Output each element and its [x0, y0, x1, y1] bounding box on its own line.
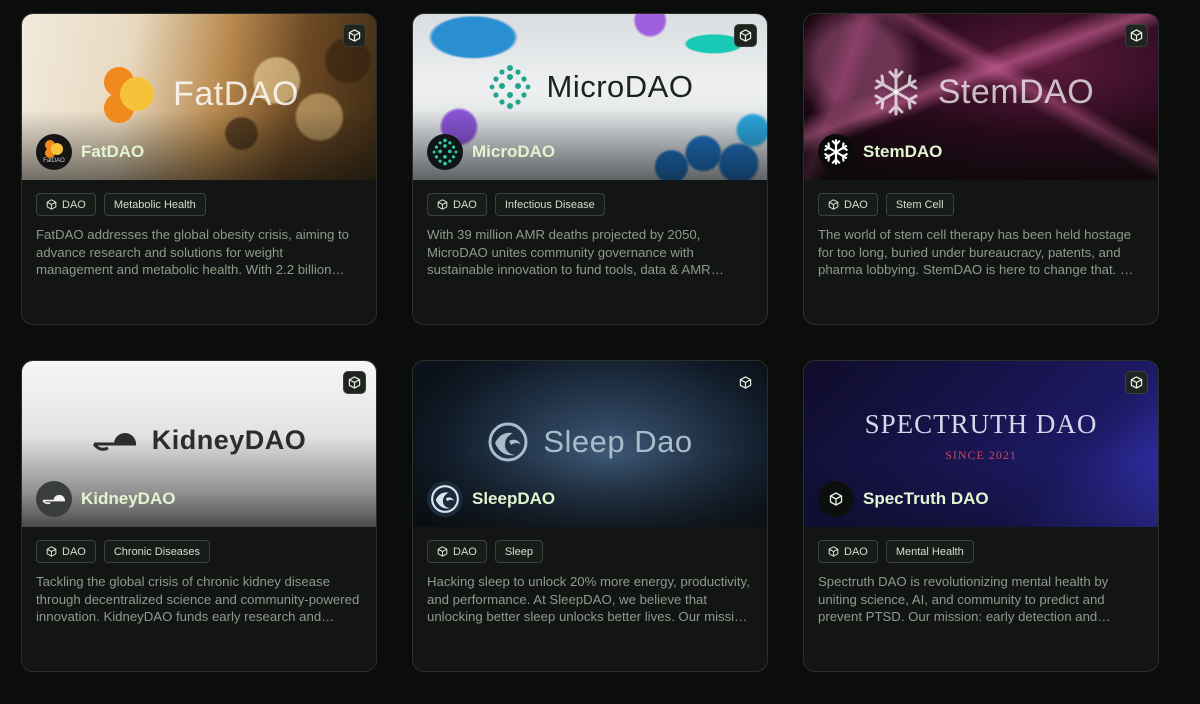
micro-logo-icon [432, 138, 458, 166]
tag-category[interactable]: Mental Health [885, 540, 974, 563]
hero-logo: KidneyDAO [22, 425, 376, 456]
tag-label: DAO [62, 545, 86, 558]
tag-category[interactable]: Infectious Disease [494, 193, 605, 216]
cube-icon [46, 199, 57, 210]
cube-icon [829, 492, 843, 506]
kidney-logo-icon [92, 432, 136, 451]
card-hero-image: SPECTRUTH DAO SINCE 2021 SpecTruth DAO [804, 361, 1158, 527]
cube-icon [343, 24, 366, 47]
tag-category[interactable]: Stem Cell [885, 193, 954, 216]
hero-logo: MicroDAO [413, 64, 767, 110]
hero-wordmark: SPECTRUTH DAO [864, 409, 1098, 439]
hero-wordmark: Sleep Dao [543, 424, 693, 459]
cube-icon [343, 371, 366, 394]
hero-logo: FatDAO [22, 64, 376, 124]
card-description: Spectruth DAO is revolutionizing mental … [818, 574, 1109, 624]
hero-tagline: SINCE 2021 [945, 448, 1017, 462]
cube-icon [828, 199, 839, 210]
card-title: StemDAO [863, 142, 943, 161]
tag-label: Metabolic Health [113, 198, 196, 211]
avatar [818, 134, 854, 170]
dao-card-stemdao[interactable]: StemDAO StemDAO DAO Stem Cell The world … [803, 13, 1159, 325]
dao-card-microdao[interactable]: MicroDAO MicroDAO DAO Infectious Disease… [412, 13, 768, 325]
tag-label: DAO [453, 198, 477, 211]
cube-icon [734, 371, 757, 394]
card-title: SpecTruth DAO [863, 489, 989, 508]
tag-label: Stem Cell [895, 198, 944, 211]
cube-icon [437, 546, 448, 557]
dao-card-sleepdao[interactable]: Sleep Dao SleepDAO DAO Sleep Hacking sle… [412, 360, 768, 672]
tag-label: Infectious Disease [504, 198, 595, 211]
avatar [427, 481, 463, 517]
tag-dao[interactable]: DAO [36, 193, 96, 216]
card-hero-image: StemDAO StemDAO [804, 14, 1158, 180]
tag-dao[interactable]: DAO [36, 540, 96, 563]
card-description: With 39 million AMR deaths projected by … [427, 227, 711, 277]
tag-dao[interactable]: DAO [427, 193, 487, 216]
card-description: FatDAO addresses the global obesity cris… [36, 227, 349, 277]
avatar-caption: FatDAO [43, 157, 65, 164]
stem-logo-icon [824, 139, 848, 165]
hero-wordmark: FatDAO [173, 74, 299, 113]
card-title: KidneyDAO [81, 489, 176, 508]
hero-wordmark: StemDAO [937, 72, 1095, 111]
tag-label: Chronic Diseases [113, 545, 201, 558]
hero-logo: Sleep Dao [413, 421, 767, 463]
card-hero-image: KidneyDAO KidneyDAO [22, 361, 376, 527]
tag-label: DAO [62, 198, 86, 211]
fat-logo-icon [45, 139, 63, 158]
card-hero-image: Sleep Dao SleepDAO [413, 361, 767, 527]
tag-category[interactable]: Metabolic Health [103, 193, 206, 216]
tag-category[interactable]: Sleep [494, 540, 543, 563]
tag-dao[interactable]: DAO [818, 540, 878, 563]
card-title: SleepDAO [472, 489, 556, 508]
stem-logo-icon [874, 68, 918, 116]
sleep-logo-icon [488, 422, 528, 462]
card-hero-image: MicroDAO MicroDAO [413, 14, 767, 180]
card-title: MicroDAO [472, 142, 556, 161]
kidney-logo-icon [42, 494, 65, 505]
cube-icon [1125, 24, 1148, 47]
sleep-logo-icon [431, 485, 459, 513]
avatar [818, 481, 854, 517]
tag-dao[interactable]: DAO [427, 540, 487, 563]
card-hero-image: FatDAO FatDAO FatDAO [22, 14, 376, 180]
card-title: FatDAO [81, 142, 145, 161]
avatar [36, 481, 72, 517]
dao-card-kidneydao[interactable]: KidneyDAO KidneyDAO DAO Chronic Diseases… [21, 360, 377, 672]
tag-category[interactable]: Chronic Diseases [103, 540, 211, 563]
cube-icon [828, 546, 839, 557]
cube-icon [734, 24, 757, 47]
tag-label: Sleep [504, 545, 533, 558]
tag-dao[interactable]: DAO [818, 193, 878, 216]
hero-wordmark: KidneyDAO [151, 425, 307, 455]
avatar [427, 134, 463, 170]
hero-logo: SPECTRUTH DAO SINCE 2021 [804, 409, 1158, 463]
cube-icon [1125, 371, 1148, 394]
fat-logo-icon [104, 67, 155, 123]
card-description: Tackling the global crisis of chronic ki… [36, 574, 360, 624]
cube-icon [46, 546, 57, 557]
hero-wordmark: MicroDAO [546, 69, 694, 104]
hero-logo: StemDAO [804, 64, 1158, 120]
cube-icon [437, 199, 448, 210]
card-description: The world of stem cell therapy has been … [818, 227, 1140, 277]
tag-label: DAO [844, 198, 868, 211]
avatar: FatDAO [36, 134, 72, 170]
dao-card-fatdao[interactable]: FatDAO FatDAO FatDAO DAO Metabolic Healt… [21, 13, 377, 325]
card-description: Hacking sleep to unlock 20% more energy,… [427, 574, 750, 624]
dao-card-spectruth[interactable]: SPECTRUTH DAO SINCE 2021 SpecTruth DAO D… [803, 360, 1159, 672]
tag-label: DAO [844, 545, 868, 558]
tag-label: DAO [453, 545, 477, 558]
micro-logo-icon [489, 65, 530, 109]
tag-label: Mental Health [895, 545, 964, 558]
